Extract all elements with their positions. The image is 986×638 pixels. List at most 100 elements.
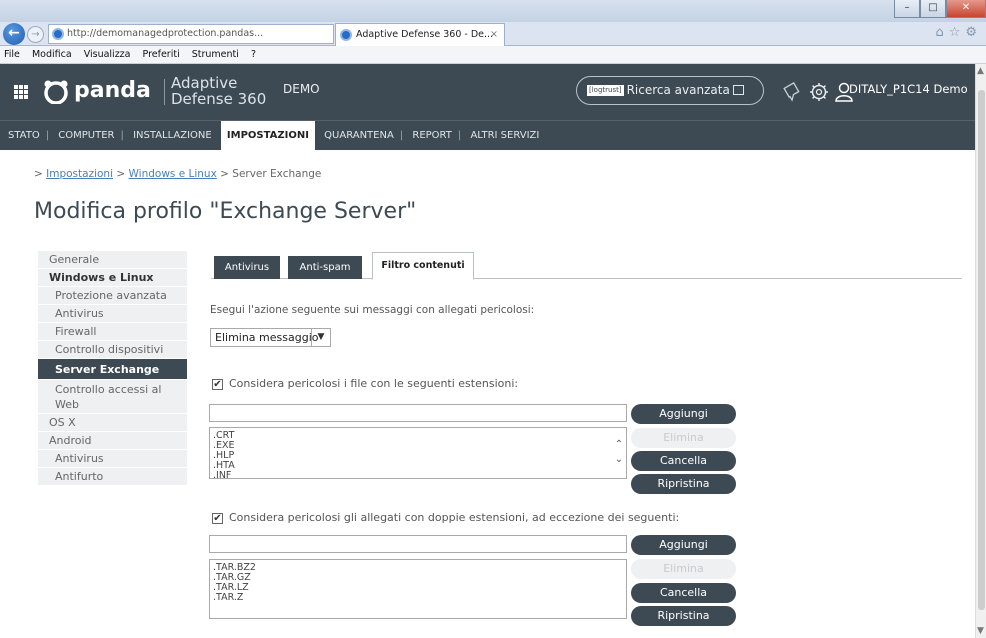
menu-strumenti[interactable]: Strumenti <box>192 49 239 60</box>
external-link-icon <box>732 85 744 95</box>
scroll-up-icon[interactable]: ▲ <box>977 66 984 76</box>
breadcrumb-current: Server Exchange <box>232 168 322 180</box>
brand-divider <box>164 79 165 105</box>
browser-toolbar-icons[interactable]: ⌂☆⚙ <box>935 25 982 40</box>
nav-installazione[interactable]: INSTALLAZIONE <box>127 121 218 151</box>
sidebar-item-server-exchange[interactable]: Server Exchange <box>38 359 187 380</box>
tab-antivirus[interactable]: Antivirus <box>214 256 280 279</box>
list-item[interactable]: .TAR.Z <box>213 593 626 603</box>
chevron-up-icon[interactable]: ⌃ <box>612 440 626 450</box>
double-extension-input[interactable] <box>209 535 627 553</box>
settings-gear-icon[interactable] <box>808 81 830 103</box>
menu-bar: File Modifica Visualizza Preferiti Strum… <box>0 46 986 64</box>
window-controls: – □ ✕ <box>894 0 986 18</box>
app-header: panda Adaptive Defense 360 DEMO [logtrus… <box>0 64 981 120</box>
list-item[interactable]: .TAR.BZ2 <box>213 563 626 573</box>
sidebar-group-windows-linux[interactable]: Windows e Linux <box>38 269 187 287</box>
settings-sidebar: Generale Windows e Linux Protezione avan… <box>38 251 187 486</box>
nav-computer[interactable]: COMPUTER <box>52 121 120 151</box>
extensions-list-scroll[interactable]: ⌃ ⌄ <box>612 428 626 465</box>
url-text: http://demomanagedprotection.pandas... <box>67 28 264 39</box>
address-row: ← → http://demomanagedprotection.pandas.… <box>0 22 986 46</box>
logtrust-tag: [logtrust] <box>587 85 624 96</box>
product-name-line2: Defense 360 <box>171 90 267 108</box>
nav-quarantena[interactable]: QUARANTENA <box>318 121 400 151</box>
back-button[interactable]: ← <box>3 23 25 45</box>
minimize-button[interactable]: – <box>894 0 920 18</box>
nav-impostazioni[interactable]: IMPOSTAZIONI <box>220 121 315 150</box>
sidebar-item-controllo-dispositivi[interactable]: Controllo dispositivi <box>38 341 187 359</box>
sidebar-item-android[interactable]: Android <box>38 432 187 450</box>
add-double-extension-button[interactable]: Aggiungi <box>631 535 736 555</box>
brand-name: panda <box>74 78 151 103</box>
menu-help[interactable]: ? <box>251 49 256 60</box>
list-item[interactable]: .HLP <box>213 451 626 461</box>
list-item[interactable]: .TAR.LZ <box>213 583 626 593</box>
tab-anti-spam[interactable]: Anti-spam <box>288 256 362 279</box>
scrollbar-thumb[interactable] <box>978 90 985 610</box>
maximize-button[interactable]: □ <box>920 0 946 18</box>
breadcrumb-separator: > <box>216 168 233 180</box>
nav-report[interactable]: REPORT <box>406 121 458 151</box>
sidebar-item-antifurto[interactable]: Antifurto <box>38 468 187 486</box>
sidebar-item-osx[interactable]: OS X <box>38 414 187 432</box>
close-window-button[interactable]: ✕ <box>946 0 986 18</box>
extension-input[interactable] <box>209 404 627 422</box>
page-title: Modifica profilo "Exchange Server" <box>34 199 417 224</box>
nav-stato[interactable]: STATO <box>2 121 46 151</box>
list-item[interactable]: .TAR.GZ <box>213 573 626 583</box>
tab-close-icon[interactable]: × <box>490 24 498 45</box>
chevron-down-icon[interactable]: ▼ <box>311 329 330 346</box>
list-item[interactable]: .CRT <box>213 431 626 441</box>
breadcrumb-impostazioni[interactable]: Impostazioni <box>46 168 113 180</box>
sidebar-item-antivirus[interactable]: Antivirus <box>38 305 187 323</box>
remove-extension-button[interactable]: Elimina <box>631 428 736 448</box>
menu-file[interactable]: File <box>4 49 20 60</box>
product-name-line1: Adaptive <box>171 74 238 92</box>
remove-double-extension-button[interactable]: Elimina <box>631 559 736 579</box>
restore-double-extensions-button[interactable]: Ripristina <box>631 606 736 626</box>
breadcrumb: > Impostazioni > Windows e Linux > Serve… <box>34 168 321 180</box>
user-name[interactable]: DITALY_P1C14 Demo <box>849 82 968 96</box>
tab-filtro-contenuti[interactable]: Filtro contenuti <box>372 252 474 280</box>
apps-grid-icon[interactable] <box>14 85 28 99</box>
forward-button[interactable]: → <box>27 26 44 43</box>
clear-double-extensions-button[interactable]: Cancella <box>631 583 736 603</box>
sidebar-item-protezione-avanzata[interactable]: Protezione avanzata <box>38 287 187 305</box>
action-select[interactable]: Elimina messaggio ▼ <box>210 328 331 347</box>
action-label: Esegui l'azione seguente sui messaggi co… <box>210 304 535 316</box>
double-extensions-list[interactable]: .TAR.BZ2 .TAR.GZ .TAR.LZ .TAR.Z <box>209 559 627 619</box>
list-item[interactable]: .EXE <box>213 441 626 451</box>
chevron-down-icon[interactable]: ⌄ <box>612 455 626 465</box>
extensions-checkbox-label: Considera pericolosi i file con le segue… <box>229 377 519 390</box>
profile-tabs: Antivirus Anti-spam Filtro contenuti <box>211 252 962 280</box>
sidebar-item-firewall[interactable]: Firewall <box>38 323 187 341</box>
extensions-list[interactable]: .CRT .EXE .HLP .HTA .INF ⌃ ⌄ <box>209 427 627 479</box>
address-bar[interactable]: http://demomanagedprotection.pandas... ⌕… <box>48 24 334 44</box>
clear-extensions-button[interactable]: Cancella <box>631 451 736 471</box>
main-nav: STATO | COMPUTER | INSTALLAZIONE IMPOSTAZI… <box>0 120 981 150</box>
scroll-down-icon[interactable]: ▼ <box>977 626 984 636</box>
sidebar-item-generale[interactable]: Generale <box>38 251 187 269</box>
breadcrumb-windows-linux[interactable]: Windows e Linux <box>129 168 217 180</box>
advanced-search-button[interactable]: [logtrust] Ricerca avanzata <box>576 76 764 105</box>
extensions-checkbox[interactable]: ✔ <box>212 379 223 390</box>
sidebar-item-controllo-accessi-web[interactable]: Controllo accessi al Web <box>38 380 187 414</box>
tab-title: Adaptive Defense 360 - De... <box>356 29 494 40</box>
menu-modifica[interactable]: Modifica <box>32 49 72 60</box>
list-item[interactable]: .HTA <box>213 461 626 471</box>
restore-extensions-button[interactable]: Ripristina <box>631 474 736 494</box>
list-item[interactable]: .INF <box>213 471 626 479</box>
menu-visualizza[interactable]: Visualizza <box>84 49 131 60</box>
double-extensions-checkbox[interactable]: ✔ <box>212 513 223 524</box>
menu-preferiti[interactable]: Preferiti <box>143 49 180 60</box>
page-scrollbar[interactable]: ▲ ▼ <box>975 64 986 638</box>
add-extension-button[interactable]: Aggiungi <box>631 404 736 424</box>
breadcrumb-prefix: > <box>34 168 47 180</box>
notifications-icon[interactable] <box>781 81 803 103</box>
site-favicon-icon <box>52 28 64 40</box>
sidebar-item-android-antivirus[interactable]: Antivirus <box>38 450 187 468</box>
tab-favicon-icon <box>340 29 352 41</box>
nav-altri-servizi[interactable]: ALTRI SERVIZI <box>464 121 545 151</box>
browser-tab[interactable]: Adaptive Defense 360 - De... × <box>335 23 505 46</box>
